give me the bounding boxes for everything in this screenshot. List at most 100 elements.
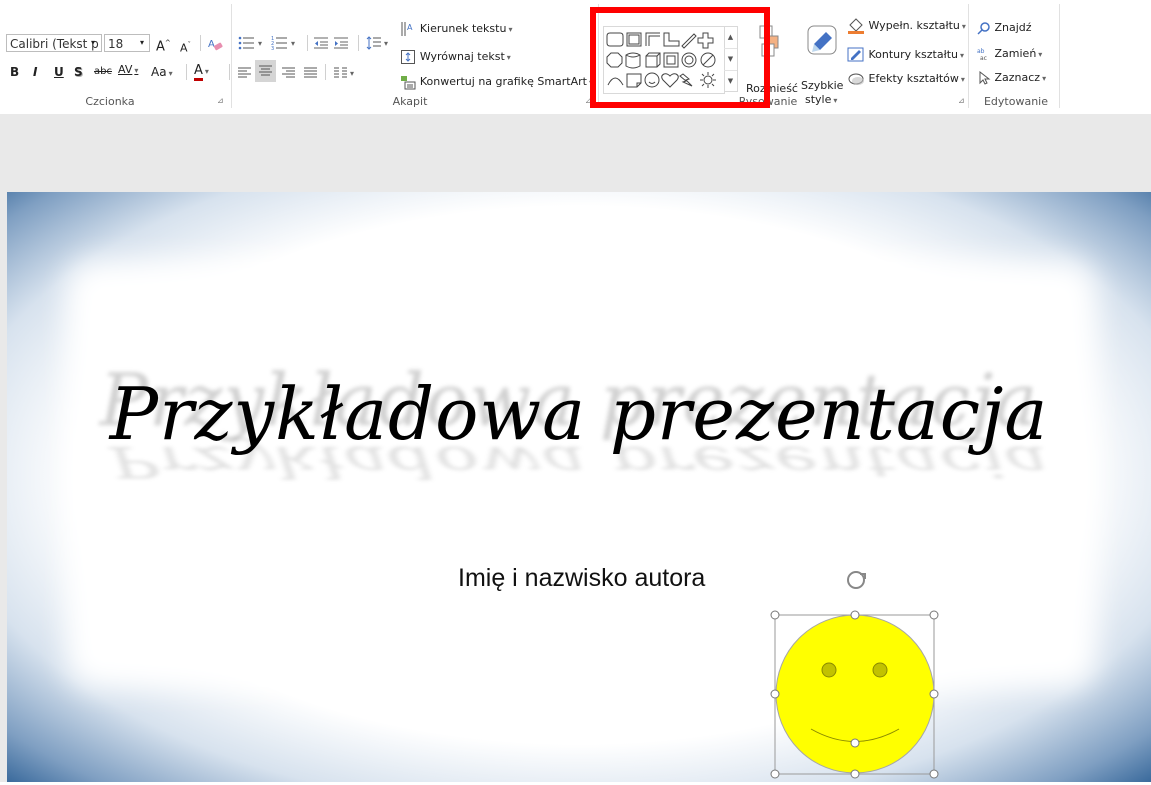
justify-button[interactable] [303, 62, 318, 82]
resize-handle-nw [770, 610, 780, 620]
align-text-label: Wyrównaj tekst [419, 50, 505, 63]
divider [200, 35, 201, 51]
divider [186, 64, 187, 80]
replace-button[interactable]: ab ac Zamień ▾ [977, 44, 1042, 64]
resize-handle-w [770, 689, 780, 699]
rotate-handle-icon[interactable] [847, 571, 866, 589]
resize-handle-e [929, 689, 939, 699]
slide-subtitle[interactable]: Imię i nazwisko autora [458, 564, 705, 593]
pen-outline-icon [847, 47, 864, 62]
shapes-gallery-highlight [590, 7, 770, 108]
text-direction-label: Kierunek tekstu [419, 22, 507, 35]
font-dialog-launcher-icon[interactable]: ⊿ [217, 96, 226, 105]
adjust-handle [850, 738, 860, 748]
font-size-dropdown-icon[interactable]: ▾ [140, 33, 144, 53]
align-center-icon [259, 65, 272, 76]
grow-font-button[interactable]: A^ [156, 33, 171, 55]
character-spacing-button[interactable]: AV ▾ [118, 60, 138, 80]
decrease-indent-icon [314, 37, 328, 48]
font-color-label: A [194, 64, 203, 81]
search-icon [977, 22, 990, 35]
text-shadow-button[interactable]: S [74, 62, 83, 82]
character-spacing-label: AV [118, 63, 133, 76]
svg-text:3: 3 [271, 46, 274, 51]
columns-button[interactable]: ▾ [333, 62, 354, 82]
divider [325, 64, 326, 80]
shrink-font-button[interactable]: Aˇ [180, 35, 191, 55]
eraser-icon: A [208, 39, 223, 50]
resize-handle-ne [929, 610, 939, 620]
bold-button[interactable]: B [10, 62, 19, 82]
resize-handle-sw [770, 769, 780, 779]
increase-indent-button[interactable] [333, 32, 349, 52]
quick-styles-icon [807, 25, 837, 55]
align-text-icon [401, 49, 415, 64]
font-name-dropdown-icon[interactable]: ▾ [91, 33, 95, 53]
svg-text:A: A [407, 23, 413, 32]
shape-fill-label: Wypełn. kształtu [868, 19, 960, 32]
italic-button[interactable]: I [33, 62, 37, 82]
select-button[interactable]: Zaznacz ▾ [977, 68, 1046, 88]
paint-bucket-icon [848, 18, 864, 34]
divider [307, 35, 308, 51]
font-color-button[interactable]: A ▾ [194, 60, 209, 81]
shape-outline-label: Kontury kształtu [868, 48, 959, 61]
line-spacing-button[interactable]: ▾ [366, 32, 388, 52]
numbered-list-icon: 123 [271, 36, 287, 51]
smartart-icon [401, 75, 416, 89]
font-name-combo[interactable]: Calibri (Tekst p [6, 34, 102, 52]
drawing-dialog-launcher-icon[interactable]: ⊿ [958, 96, 967, 105]
group-separator [231, 4, 232, 108]
shape-outline-button[interactable]: Kontury kształtu ▾ [847, 45, 964, 65]
underline-button[interactable]: U [54, 62, 64, 82]
smiley-shape[interactable] [767, 566, 941, 782]
paragraph-group-label: Akapit [392, 95, 428, 108]
slide[interactable]: Przykładowa prezentacja Przykładowa prez… [7, 192, 1151, 782]
divider [358, 35, 359, 51]
align-center-button[interactable] [255, 60, 276, 82]
change-case-button[interactable]: Aa ▾ [151, 62, 173, 82]
align-left-button[interactable] [237, 62, 252, 82]
resize-handle-n [850, 610, 860, 620]
text-direction-icon: A [401, 21, 413, 36]
ribbon: Calibri (Tekst p ▾ 18 ▾ A^ Aˇ A B I U S … [0, 0, 1151, 115]
select-label: Zaznacz [994, 71, 1041, 84]
quick-styles-icon-area[interactable] [806, 24, 840, 64]
svg-text:ab: ab [977, 48, 985, 55]
find-label: Znajdź [994, 21, 1032, 34]
increase-indent-icon [334, 37, 348, 48]
divider [229, 64, 230, 80]
find-button[interactable]: Znajdź [977, 18, 1032, 38]
quick-styles-button[interactable]: Szybkie style ▾ [801, 79, 843, 106]
line-spacing-icon [366, 35, 381, 50]
font-group-label: Czcionka [85, 95, 135, 108]
svg-text:A: A [208, 39, 215, 50]
numbering-button[interactable]: 1 2 3 ▾ [271, 32, 295, 52]
font-name-value: Calibri (Tekst p [10, 37, 99, 51]
clear-formatting-button[interactable]: A [207, 33, 223, 53]
strikethrough-button[interactable]: abc [94, 62, 112, 82]
slide-title[interactable]: Przykładowa prezentacja [7, 372, 1151, 456]
font-size-value: 18 [108, 37, 124, 51]
decrease-indent-button[interactable] [313, 32, 329, 52]
grow-font-label: A [156, 39, 165, 55]
align-right-button[interactable] [281, 62, 296, 82]
bullets-button[interactable]: ▾ [238, 32, 262, 52]
shape-fill-button[interactable]: Wypełn. kształtu ▾ [847, 16, 966, 36]
convert-smartart-button[interactable]: Konwertuj na grafikę SmartArt ▾ [400, 71, 593, 91]
shape-effects-button[interactable]: Efekty kształtów ▾ [847, 69, 965, 89]
text-direction-button[interactable]: A Kierunek tekstu ▾ [400, 18, 512, 38]
align-right-icon [282, 67, 295, 78]
editing-group-label: Edytowanie [983, 95, 1049, 108]
group-separator [1059, 4, 1060, 108]
cursor-arrow-icon [979, 71, 991, 85]
convert-smartart-label: Konwertuj na grafikę SmartArt [419, 75, 587, 88]
columns-icon [334, 67, 347, 78]
change-case-label: Aa [151, 65, 167, 79]
resize-handle-s [850, 769, 860, 779]
align-text-button[interactable]: Wyrównaj tekst ▾ [400, 46, 511, 66]
justify-icon [304, 67, 317, 78]
smiley-shape-graphic [770, 571, 939, 779]
replace-label: Zamień [994, 47, 1037, 60]
shape-effects-icon [848, 73, 864, 85]
